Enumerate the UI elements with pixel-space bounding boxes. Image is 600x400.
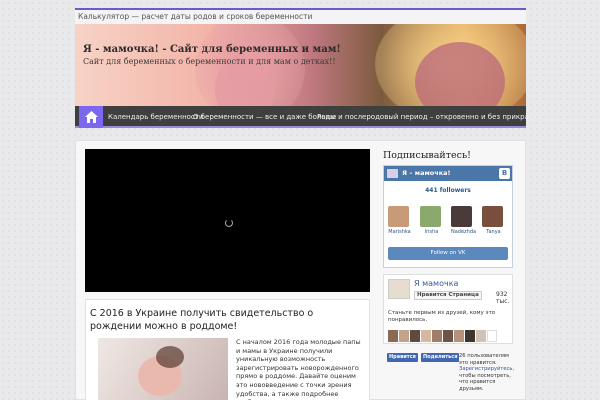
vk-followers-count[interactable]: 441 followers: [384, 187, 512, 194]
vk-member-avatar: [420, 206, 441, 227]
fb-register-link[interactable]: Зарегистрируйтесь,: [459, 366, 514, 372]
fb-like-page-button[interactable]: Нравится Страница: [414, 291, 482, 300]
nav-item-birth[interactable]: Роды и послеродовый период – откровенно …: [317, 113, 533, 121]
site-description: Сайт для беременных о беременности и для…: [83, 57, 336, 66]
fb-share-suffix: чтобы посмотреть, что нравится друзьям.: [459, 372, 511, 392]
fb-friend-avatar[interactable]: [454, 330, 464, 342]
fb-like-count: 932 тыс.: [496, 291, 510, 305]
vk-member-avatar: [482, 206, 503, 227]
fb-friend-avatar[interactable]: [399, 330, 409, 342]
vk-member[interactable]: Tanya: [482, 206, 505, 235]
fb-friend-avatar[interactable]: [421, 330, 431, 342]
vk-member-name: Irisha: [424, 229, 439, 235]
fb-page-name[interactable]: Я мамочка: [414, 279, 458, 288]
calculator-link[interactable]: Калькулятор — расчет даты родов и сроков…: [78, 12, 312, 21]
vk-member-name: Marishka: [388, 229, 411, 235]
fb-share-count-text: 26 пользователям это нравится.: [459, 353, 509, 366]
home-icon: [84, 111, 98, 123]
fb-friend-avatar[interactable]: [388, 330, 398, 342]
vk-member[interactable]: Irisha: [420, 206, 443, 235]
fb-friend-avatar[interactable]: [443, 330, 453, 342]
vk-header: Я – мамочка! B: [384, 166, 512, 181]
fb-friend-avatar[interactable]: [410, 330, 420, 342]
nav-home-button[interactable]: [79, 106, 103, 128]
main-nav: Календарь беременности О беременности — …: [75, 106, 533, 128]
vk-group-name[interactable]: Я – мамочка!: [402, 169, 450, 177]
fb-share-text: 26 пользователям это нравится. Зарегистр…: [459, 353, 519, 393]
vk-member[interactable]: Marishka: [388, 206, 411, 235]
main-content: С 2016 в Украине получить свидетельство …: [75, 140, 526, 400]
facebook-widget: Я мамочка Нравится Страница 932 тыс. Ста…: [383, 274, 513, 344]
vk-member-name: Nadezhda: [451, 229, 477, 235]
fb-share-block: Нравится Поделиться 26 пользователям это…: [387, 351, 519, 393]
nav-item-pregnancy[interactable]: О беременности — все и даже больше: [193, 113, 336, 121]
post-title[interactable]: С 2016 в Украине получить свидетельство …: [90, 307, 360, 333]
vk-widget: Я – мамочка! B 441 followers Marishka Ir…: [383, 165, 513, 268]
post-excerpt: С началом 2016 года молодые папы и мамы …: [236, 338, 361, 400]
post-image[interactable]: [98, 338, 228, 400]
vk-group-avatar[interactable]: [387, 169, 398, 178]
vk-follow-button[interactable]: Follow on VK: [388, 247, 508, 260]
fb-friend-avatar[interactable]: [432, 330, 442, 342]
fb-friend-faces: [388, 330, 508, 342]
fb-friend-avatar[interactable]: [476, 330, 486, 342]
site-header: Я - мамочка! - Сайт для беременных и мам…: [75, 24, 526, 106]
fb-share-button[interactable]: Поделиться: [421, 353, 460, 362]
fb-like-button[interactable]: Нравится: [387, 353, 418, 362]
site-title[interactable]: Я - мамочка! - Сайт для беременных и мам…: [83, 44, 341, 55]
video-player[interactable]: [85, 149, 370, 292]
nav-item-calendar[interactable]: Календарь беременности: [108, 113, 203, 121]
fb-friend-avatar[interactable]: [465, 330, 475, 342]
fb-cta-text: Станьте первым из друзей, кому это понра…: [388, 310, 496, 323]
vk-member[interactable]: Nadezhda: [451, 206, 477, 235]
loading-spinner-icon: [225, 219, 233, 227]
sidebar-title: Подписывайтесь!: [383, 150, 471, 161]
vk-logo-icon[interactable]: B: [499, 168, 510, 179]
vk-member-avatar: [451, 206, 472, 227]
vk-member-avatar: [388, 206, 409, 227]
vk-members-list: Marishka Irisha Nadezhda Tanya: [388, 206, 508, 238]
fb-friend-avatar[interactable]: [487, 330, 497, 342]
top-bar: Калькулятор — расчет даты родов и сроков…: [75, 8, 526, 24]
post-card: С 2016 в Украине получить свидетельство …: [85, 299, 370, 400]
vk-member-name: Tanya: [486, 229, 501, 235]
fb-page-thumbnail[interactable]: [388, 279, 410, 299]
